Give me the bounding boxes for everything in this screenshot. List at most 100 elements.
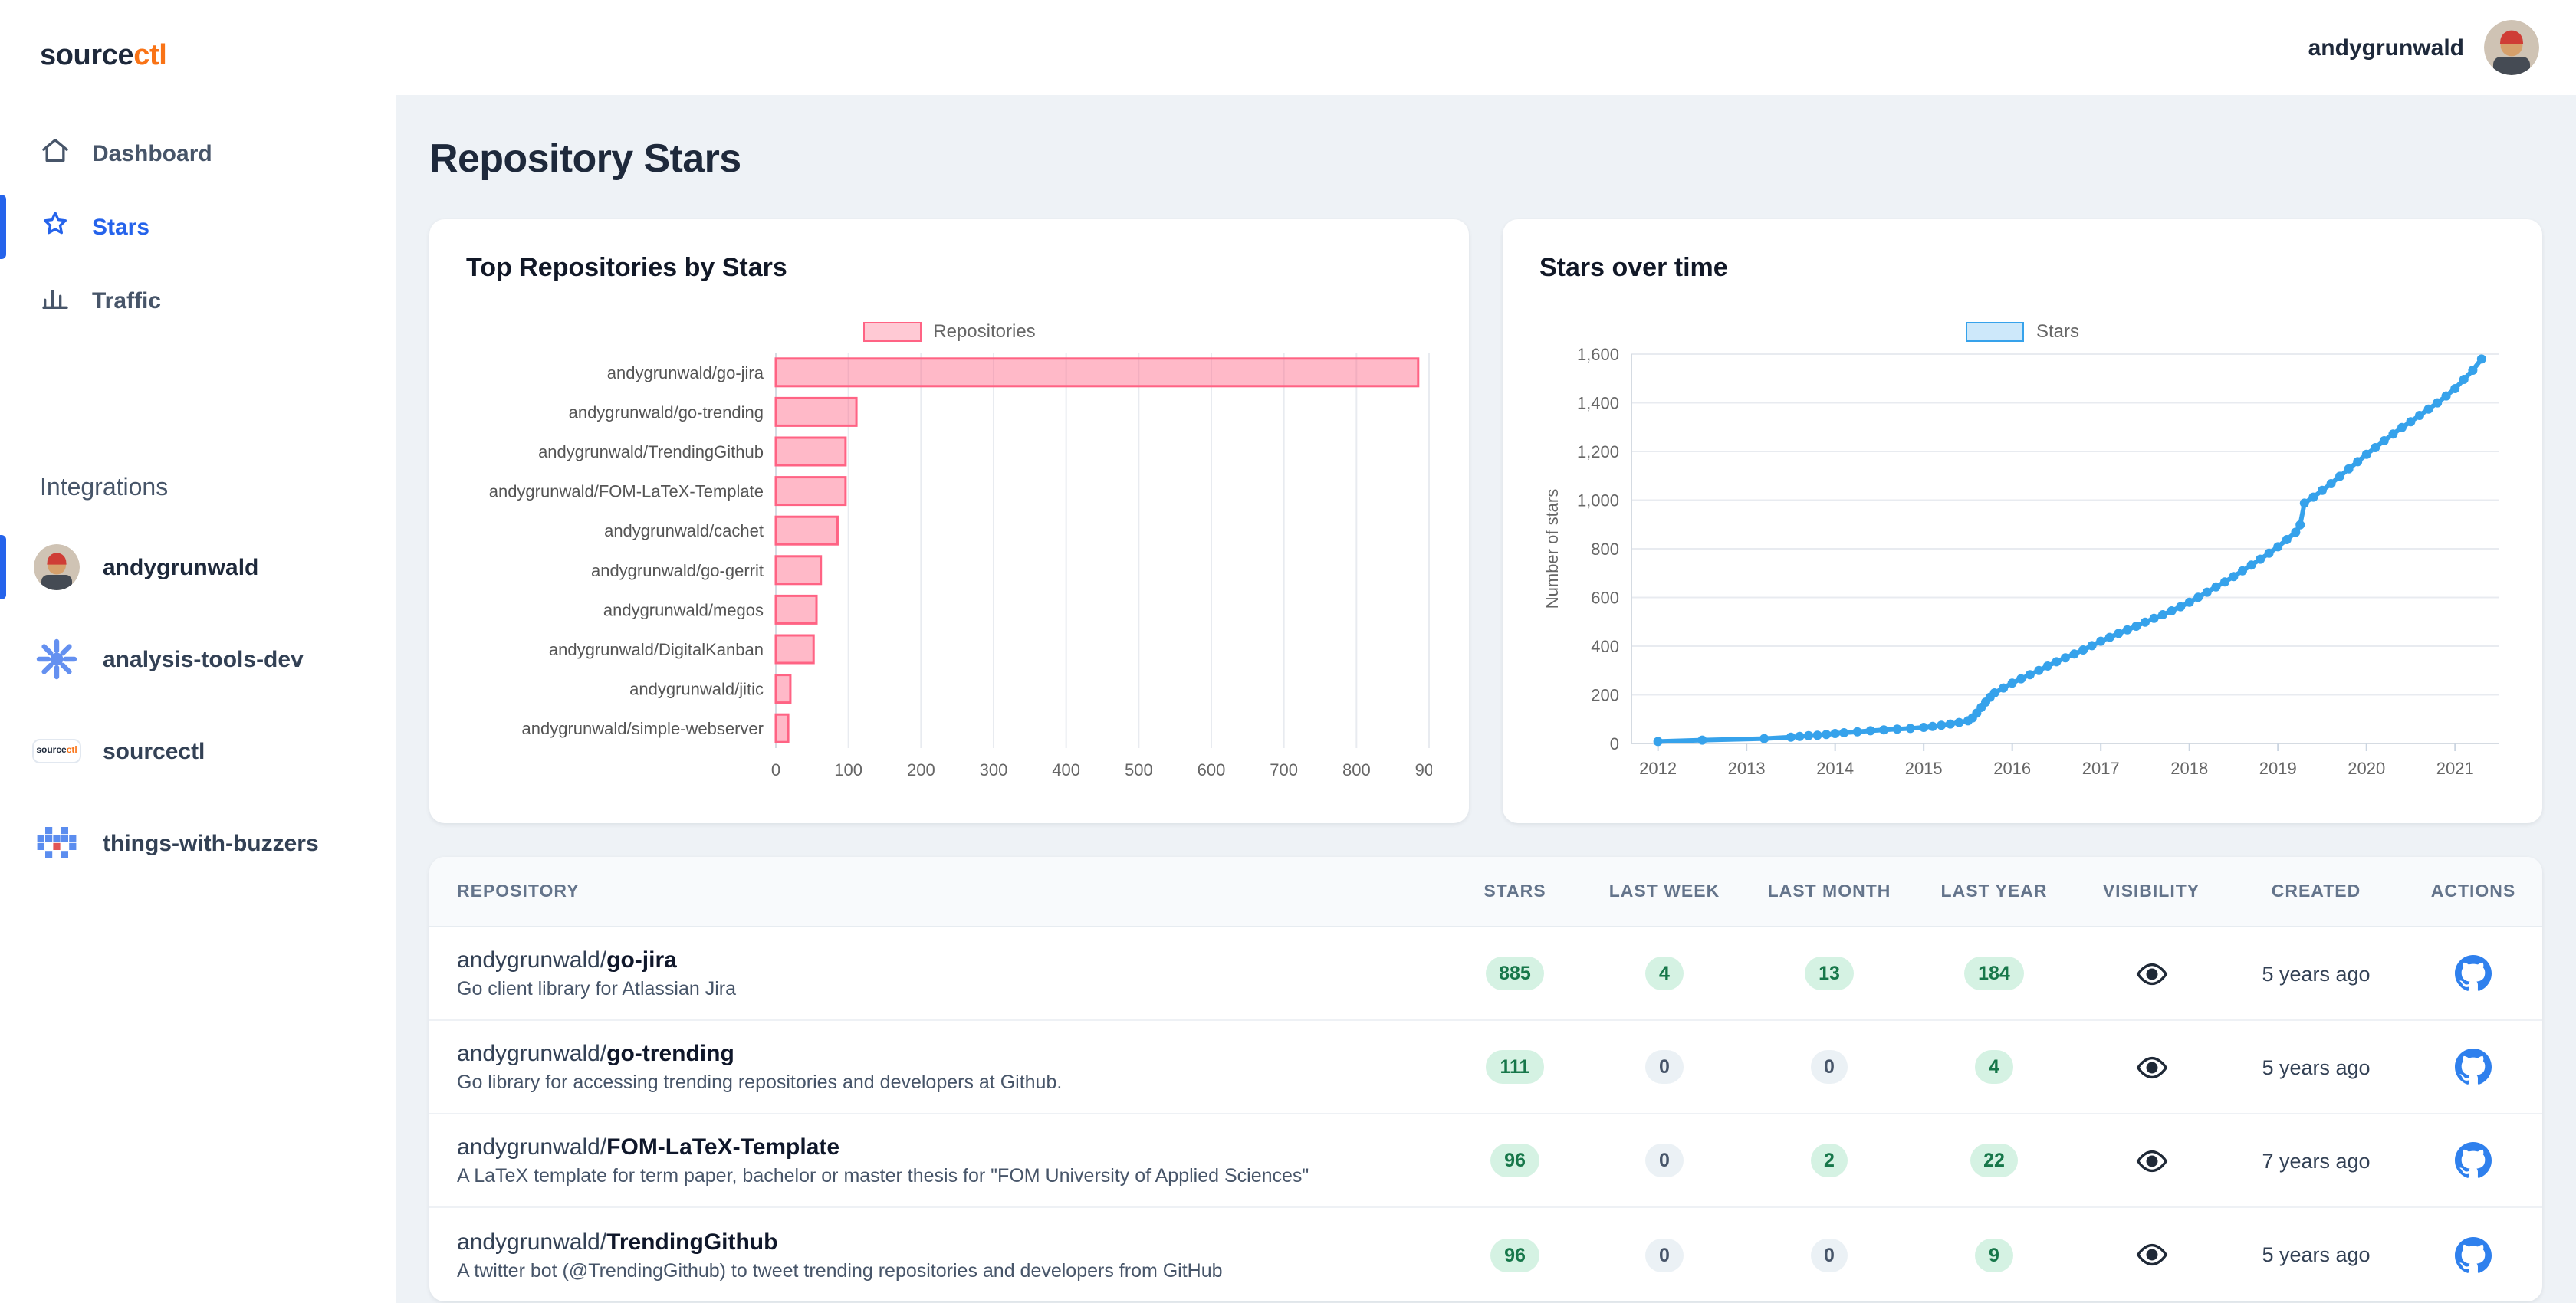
topbar: andygrunwald [396, 0, 2576, 95]
last-week-badge: 4 [1645, 957, 1684, 990]
svg-text:0: 0 [1610, 734, 1619, 753]
app-root: sourcectl Dashboard Stars Traffic Integr… [0, 0, 2576, 1303]
stars-badge: 96 [1490, 1238, 1539, 1272]
col-last-month: LAST MONTH [1745, 882, 1914, 901]
svg-text:1,400: 1,400 [1577, 394, 1619, 413]
integrations-header: Integrations [0, 475, 396, 503]
last-year-badge: 22 [1970, 1144, 2019, 1177]
col-visibility: VISIBILITY [2075, 882, 2228, 901]
created-text: 7 years ago [2228, 1149, 2404, 1172]
top-repositories-card: Top Repositories by Stars Repositories 0… [429, 219, 1469, 823]
charts-row: Top Repositories by Stars Repositories 0… [429, 219, 2542, 823]
svg-text:2013: 2013 [1728, 759, 1766, 778]
svg-text:andygrunwald/TrendingGithub: andygrunwald/TrendingGithub [538, 442, 764, 461]
integration-label: andygrunwald [103, 554, 258, 580]
created-text: 5 years ago [2228, 1055, 2404, 1078]
line-chart-legend[interactable]: Stars [1539, 320, 2505, 342]
col-last-year: LAST YEAR [1914, 882, 2075, 901]
card-title: Stars over time [1539, 253, 2505, 284]
last-year-badge: 4 [1975, 1050, 2013, 1084]
legend-swatch [863, 321, 921, 341]
svg-text:andygrunwald/jitic: andygrunwald/jitic [629, 680, 764, 699]
svg-text:2012: 2012 [1639, 759, 1677, 778]
sidebar-item-label: Stars [92, 214, 150, 240]
svg-text:600: 600 [1198, 760, 1226, 780]
svg-text:andygrunwald/DigitalKanban: andygrunwald/DigitalKanban [549, 640, 764, 659]
stars-over-time-card: Stars over time Stars 02004006008001,000… [1503, 219, 2542, 823]
integration-label: sourcectl [103, 738, 205, 764]
table-header: REPOSITORY STARS LAST WEEK LAST MONTH LA… [429, 857, 2542, 927]
sidebar-item-label: Traffic [92, 287, 161, 313]
sidebar-item-traffic[interactable]: Traffic [0, 264, 396, 337]
repo-link[interactable]: andygrunwald/go-jira Go client library f… [429, 947, 1446, 999]
svg-text:200: 200 [1591, 686, 1619, 705]
user-menu[interactable]: andygrunwald [2308, 20, 2539, 75]
stars-badge: 111 [1487, 1050, 1544, 1084]
col-last-week: LAST WEEK [1584, 882, 1745, 901]
legend-label: Stars [2036, 320, 2079, 342]
sidebar-integration-andygrunwald[interactable]: andygrunwald [0, 521, 396, 613]
table-row: andygrunwald/FOM-LaTeX-Template A LaTeX … [429, 1114, 2542, 1208]
svg-text:andygrunwald/simple-webserver: andygrunwald/simple-webserver [522, 719, 764, 738]
svg-text:2021: 2021 [2436, 759, 2474, 778]
svg-text:100: 100 [834, 760, 863, 780]
svg-text:1,600: 1,600 [1577, 345, 1619, 364]
repo-link[interactable]: andygrunwald/FOM-LaTeX-Template A LaTeX … [429, 1134, 1446, 1186]
sidebar-integration-analysis-tools-dev[interactable]: analysis-tools-dev [0, 613, 396, 705]
svg-text:andygrunwald/FOM-LaTeX-Templat: andygrunwald/FOM-LaTeX-Template [489, 482, 764, 501]
repo-link[interactable]: andygrunwald/TrendingGithub A twitter bo… [429, 1229, 1446, 1281]
integration-label: analysis-tools-dev [103, 646, 304, 672]
last-year-badge: 9 [1975, 1238, 2013, 1272]
col-stars: STARS [1446, 882, 1584, 901]
created-text: 5 years ago [2228, 1243, 2404, 1266]
app-logo[interactable]: sourcectl [0, 34, 396, 117]
main-column: andygrunwald Repository Stars Top Reposi… [396, 0, 2576, 1303]
legend-label: Repositories [933, 320, 1035, 342]
page-title: Repository Stars [429, 135, 2542, 182]
gear-icon [34, 636, 80, 682]
card-title: Top Repositories by Stars [466, 253, 1432, 284]
col-created: CREATED [2228, 882, 2404, 901]
repo-description: A twitter bot (@TrendingGithub) to tweet… [457, 1259, 1446, 1281]
visibility-eye-icon [2075, 1237, 2228, 1272]
github-link-icon[interactable] [2404, 1049, 2542, 1085]
svg-text:2017: 2017 [2082, 759, 2120, 778]
svg-text:andygrunwald/go-jira: andygrunwald/go-jira [607, 363, 764, 382]
last-month-badge: 0 [1810, 1050, 1848, 1084]
sidebar-item-stars[interactable]: Stars [0, 190, 396, 264]
svg-text:900: 900 [1415, 760, 1432, 780]
svg-text:2020: 2020 [2348, 759, 2385, 778]
svg-text:andygrunwald/cachet: andygrunwald/cachet [604, 521, 764, 540]
github-link-icon[interactable] [2404, 1142, 2542, 1179]
table-row: andygrunwald/go-jira Go client library f… [429, 927, 2542, 1021]
sidebar-integration-sourcectl[interactable]: sourcectl sourcectl [0, 705, 396, 797]
svg-text:400: 400 [1052, 760, 1080, 780]
bar-chart-legend[interactable]: Repositories [466, 320, 1432, 342]
integration-label: things-with-buzzers [103, 830, 319, 856]
last-month-badge: 0 [1810, 1238, 1848, 1272]
created-text: 5 years ago [2228, 962, 2404, 985]
stars-badge: 885 [1485, 957, 1545, 990]
home-icon [40, 135, 71, 172]
sidebar-integration-things-with-buzzers[interactable]: things-with-buzzers [0, 797, 396, 889]
logo-text-ctl: ctl [133, 40, 166, 72]
last-year-badge: 184 [1964, 957, 2024, 990]
sidebar-item-dashboard[interactable]: Dashboard [0, 117, 396, 190]
line-chart: 02004006008001,0001,2001,4001,6002012201… [1539, 345, 2505, 782]
last-month-badge: 13 [1805, 957, 1854, 990]
andygrunwald-avatar [34, 544, 80, 590]
col-repository: REPOSITORY [429, 882, 1446, 901]
svg-text:andygrunwald/go-gerrit: andygrunwald/go-gerrit [591, 561, 764, 580]
last-week-badge: 0 [1645, 1144, 1684, 1177]
svg-text:800: 800 [1591, 540, 1619, 559]
repo-link[interactable]: andygrunwald/go-trending Go library for … [429, 1041, 1446, 1093]
svg-text:1,200: 1,200 [1577, 442, 1619, 461]
repo-description: Go library for accessing trending reposi… [457, 1072, 1446, 1093]
svg-text:200: 200 [907, 760, 935, 780]
github-link-icon[interactable] [2404, 1236, 2542, 1273]
table-row: andygrunwald/TrendingGithub A twitter bo… [429, 1208, 2542, 1301]
user-avatar [2484, 20, 2539, 75]
svg-text:andygrunwald/megos: andygrunwald/megos [603, 600, 764, 619]
pixel-invader-icon [34, 820, 80, 866]
github-link-icon[interactable] [2404, 955, 2542, 992]
